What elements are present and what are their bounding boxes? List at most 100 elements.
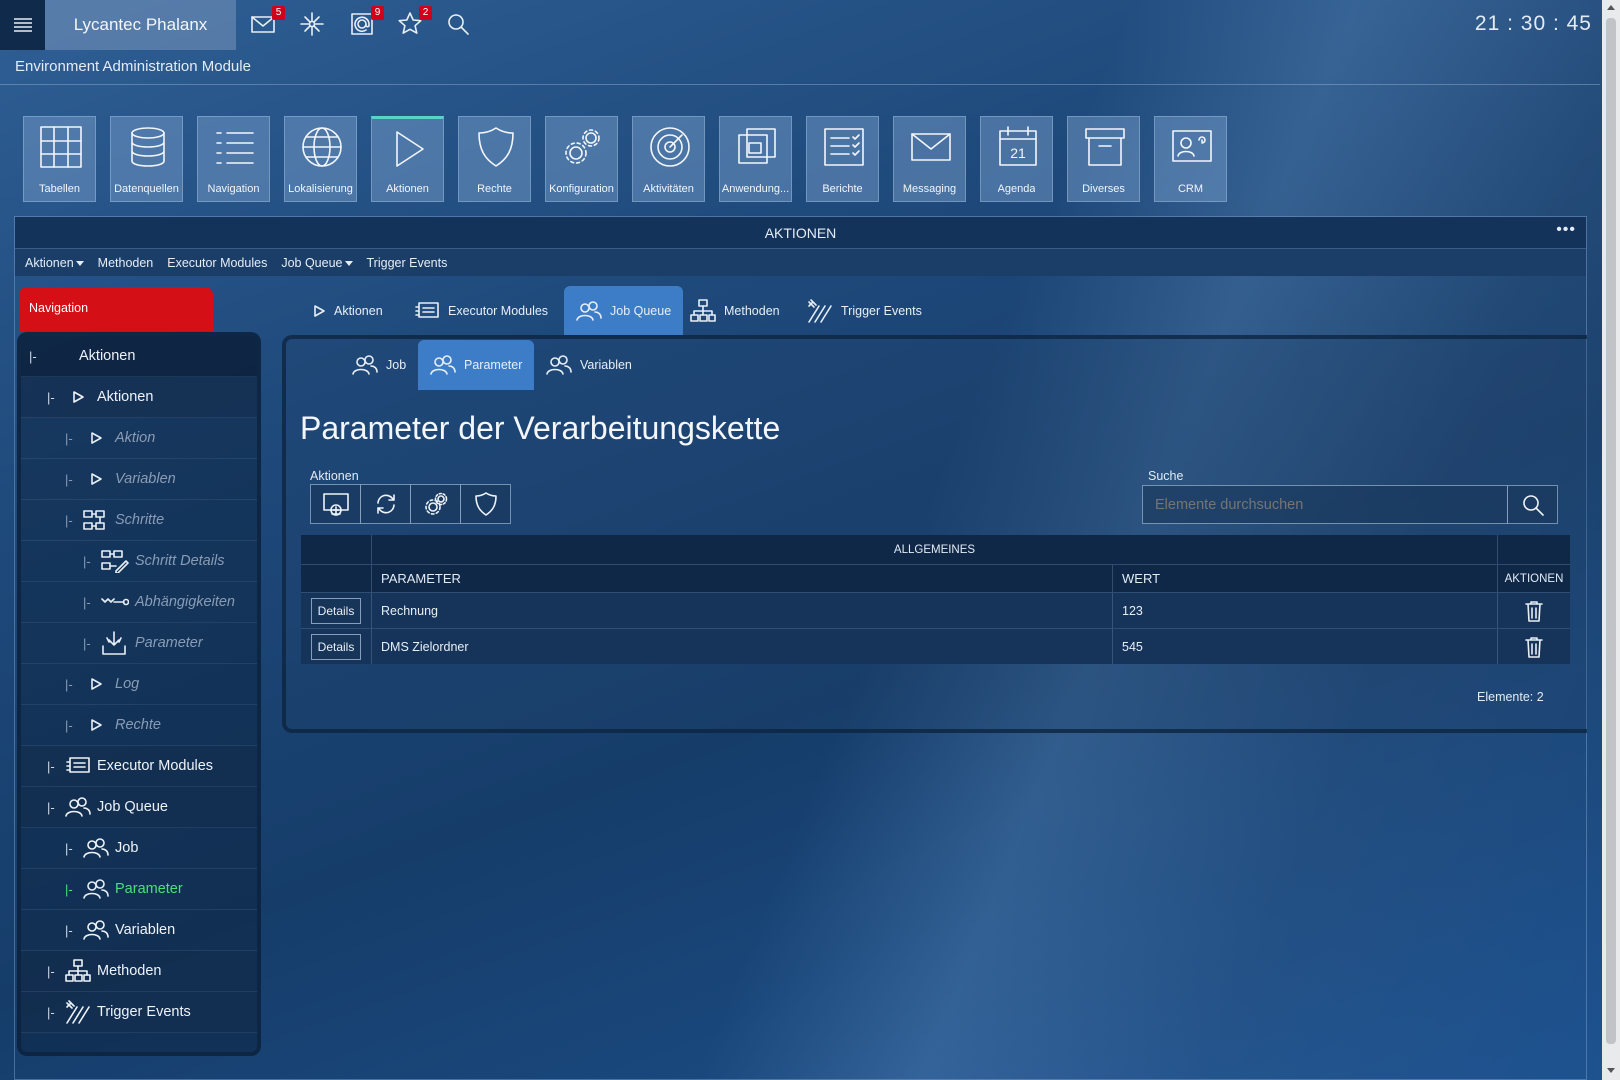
nav-item-aktion[interactable]: |- Aktion <box>21 418 257 459</box>
tile-datenquellen[interactable]: Datenquellen <box>110 116 183 202</box>
tab-aktionen[interactable]: Aktionen <box>300 286 395 335</box>
panel-header: AKTIONEN ••• <box>15 217 1586 248</box>
refresh-button[interactable] <box>360 484 411 524</box>
nav-item-executor-modules[interactable]: |- Executor Modules <box>21 746 257 787</box>
tile-label: Agenda <box>997 183 1036 195</box>
group-header-label: ALLGEMEINES <box>371 535 1497 564</box>
tab-label: Aktionen <box>334 303 383 318</box>
menu-label: Job Queue <box>281 255 343 270</box>
nav-item-label: Aktionen <box>79 348 136 364</box>
tile-aktivitaeten[interactable]: Aktivitäten <box>632 116 705 202</box>
hierarchy-icon <box>690 298 716 322</box>
nav-item-label: Executor Modules <box>97 758 214 774</box>
tab-executor-modules[interactable]: Executor Modules <box>402 286 560 335</box>
column-header-parameter[interactable]: PARAMETER <box>371 565 1112 592</box>
tile-label: Aktionen <box>386 183 429 195</box>
app-title[interactable]: Lycantec Phalanx <box>45 0 236 50</box>
tile-diverses[interactable]: Diverses <box>1067 116 1140 202</box>
add-button[interactable] <box>310 484 361 524</box>
nav-item-variablen-job[interactable]: |- Variablen <box>21 910 257 951</box>
tab-trigger-events[interactable]: Trigger Events <box>795 286 934 335</box>
menu-methoden[interactable]: Methoden <box>98 256 154 270</box>
delete-button[interactable] <box>1497 629 1570 664</box>
tile-berichte[interactable]: Berichte <box>806 116 879 202</box>
subtab-job[interactable]: Job <box>340 340 418 390</box>
tile-label: Rechte <box>477 183 512 195</box>
tile-tabellen[interactable]: Tabellen <box>23 116 96 202</box>
play-icon <box>91 678 102 690</box>
menu-aktionen[interactable]: Aktionen <box>25 256 84 270</box>
tile-lokalisierung[interactable]: Lokalisierung <box>284 116 357 202</box>
nav-item-methoden[interactable]: |- Methoden <box>21 951 257 992</box>
tile-konfiguration[interactable]: Konfiguration <box>545 116 618 202</box>
users-icon <box>65 797 91 817</box>
nav-item-log[interactable]: |- Log <box>21 664 257 705</box>
nav-item-schritte[interactable]: |- Schritte <box>21 500 257 541</box>
nav-item-schritt-details[interactable]: |- Schritt Details <box>21 541 257 582</box>
tile-navigation[interactable]: Navigation <box>197 116 270 202</box>
search-label: Suche <box>1148 469 1184 483</box>
nav-item-label: Aktion <box>115 430 156 446</box>
list-icon <box>216 132 254 164</box>
nav-item-aktionen-root[interactable]: |- Aktionen <box>21 336 257 377</box>
tree-prefix: |- <box>65 676 73 692</box>
tile-aktionen[interactable]: Aktionen <box>371 116 444 202</box>
page-scrollbar[interactable] <box>1602 0 1620 1080</box>
shield-icon <box>474 492 497 516</box>
mail-button[interactable]: 5 <box>249 6 285 40</box>
settings-button[interactable] <box>410 484 461 524</box>
scroll-down-arrow-icon[interactable] <box>1607 1068 1615 1073</box>
menu-trigger-events[interactable]: Trigger Events <box>367 256 448 270</box>
nav-item-rechte[interactable]: |- Rechte <box>21 705 257 746</box>
tile-crm[interactable]: CRM <box>1154 116 1227 202</box>
nav-item-abhaengigkeiten[interactable]: |- Abhängigkeiten <box>21 582 257 623</box>
hierarchy-icon <box>65 959 91 982</box>
permissions-button[interactable] <box>460 484 511 524</box>
scroll-up-arrow-icon[interactable] <box>1607 5 1615 10</box>
play-icon <box>91 473 102 485</box>
search-submit-button[interactable] <box>1507 485 1558 524</box>
nav-item-label: Parameter <box>135 635 203 651</box>
favorites-button[interactable]: 2 <box>396 6 432 40</box>
executor-icon <box>415 301 439 318</box>
table-row: Details Rechnung 123 <box>301 592 1570 628</box>
trigger-icon <box>808 298 832 323</box>
tree-prefix: |- <box>65 717 73 733</box>
scroll-thumb[interactable] <box>1606 18 1616 1044</box>
subtab-parameter[interactable]: Parameter <box>418 340 535 390</box>
nav-item-job-queue[interactable]: |- Job Queue <box>21 787 257 828</box>
details-button[interactable]: Details <box>310 597 362 624</box>
tile-label: Navigation <box>207 183 260 195</box>
details-button[interactable]: Details <box>310 633 362 660</box>
tab-job-queue[interactable]: Job Queue <box>564 286 684 335</box>
nav-item-variablen[interactable]: |- Variablen <box>21 459 257 500</box>
panel-title: AKTIONEN <box>764 224 837 241</box>
tile-anwendung[interactable]: Anwendung... <box>719 116 792 202</box>
download-tray-icon <box>102 631 126 655</box>
cell-wert: 123 <box>1112 593 1497 628</box>
panel-options-button[interactable]: ••• <box>1556 221 1576 239</box>
tile-agenda[interactable]: 21 Agenda <box>980 116 1053 202</box>
menu-job-queue[interactable]: Job Queue <box>281 255 353 270</box>
column-header-wert[interactable]: WERT <box>1112 565 1497 592</box>
search-button[interactable] <box>444 10 476 40</box>
contacts-button[interactable]: 9 <box>348 6 384 40</box>
network-button[interactable] <box>298 10 330 40</box>
delete-button[interactable] <box>1497 593 1570 628</box>
nav-item-aktionen[interactable]: |- Aktionen <box>21 377 257 418</box>
nav-item-job[interactable]: |- Job <box>21 828 257 869</box>
menu-executor-modules[interactable]: Executor Modules <box>167 256 267 270</box>
clock: 21 : 30 : 45 <box>1474 12 1592 35</box>
subtab-variablen[interactable]: Variablen <box>534 340 644 390</box>
tile-label: Lokalisierung <box>288 183 353 195</box>
tab-methoden[interactable]: Methoden <box>678 286 792 335</box>
play-icon <box>396 131 424 167</box>
hamburger-menu-button[interactable] <box>0 0 45 50</box>
nav-item-parameter[interactable]: |- Parameter <box>21 869 257 910</box>
tile-messaging[interactable]: Messaging <box>893 116 966 202</box>
tile-rechte[interactable]: Rechte <box>458 116 531 202</box>
dependencies-icon <box>101 598 129 606</box>
nav-item-trigger-events[interactable]: |- Trigger Events <box>21 992 257 1033</box>
search-input[interactable] <box>1142 485 1508 524</box>
nav-item-parameter-steps[interactable]: |- Parameter <box>21 623 257 664</box>
